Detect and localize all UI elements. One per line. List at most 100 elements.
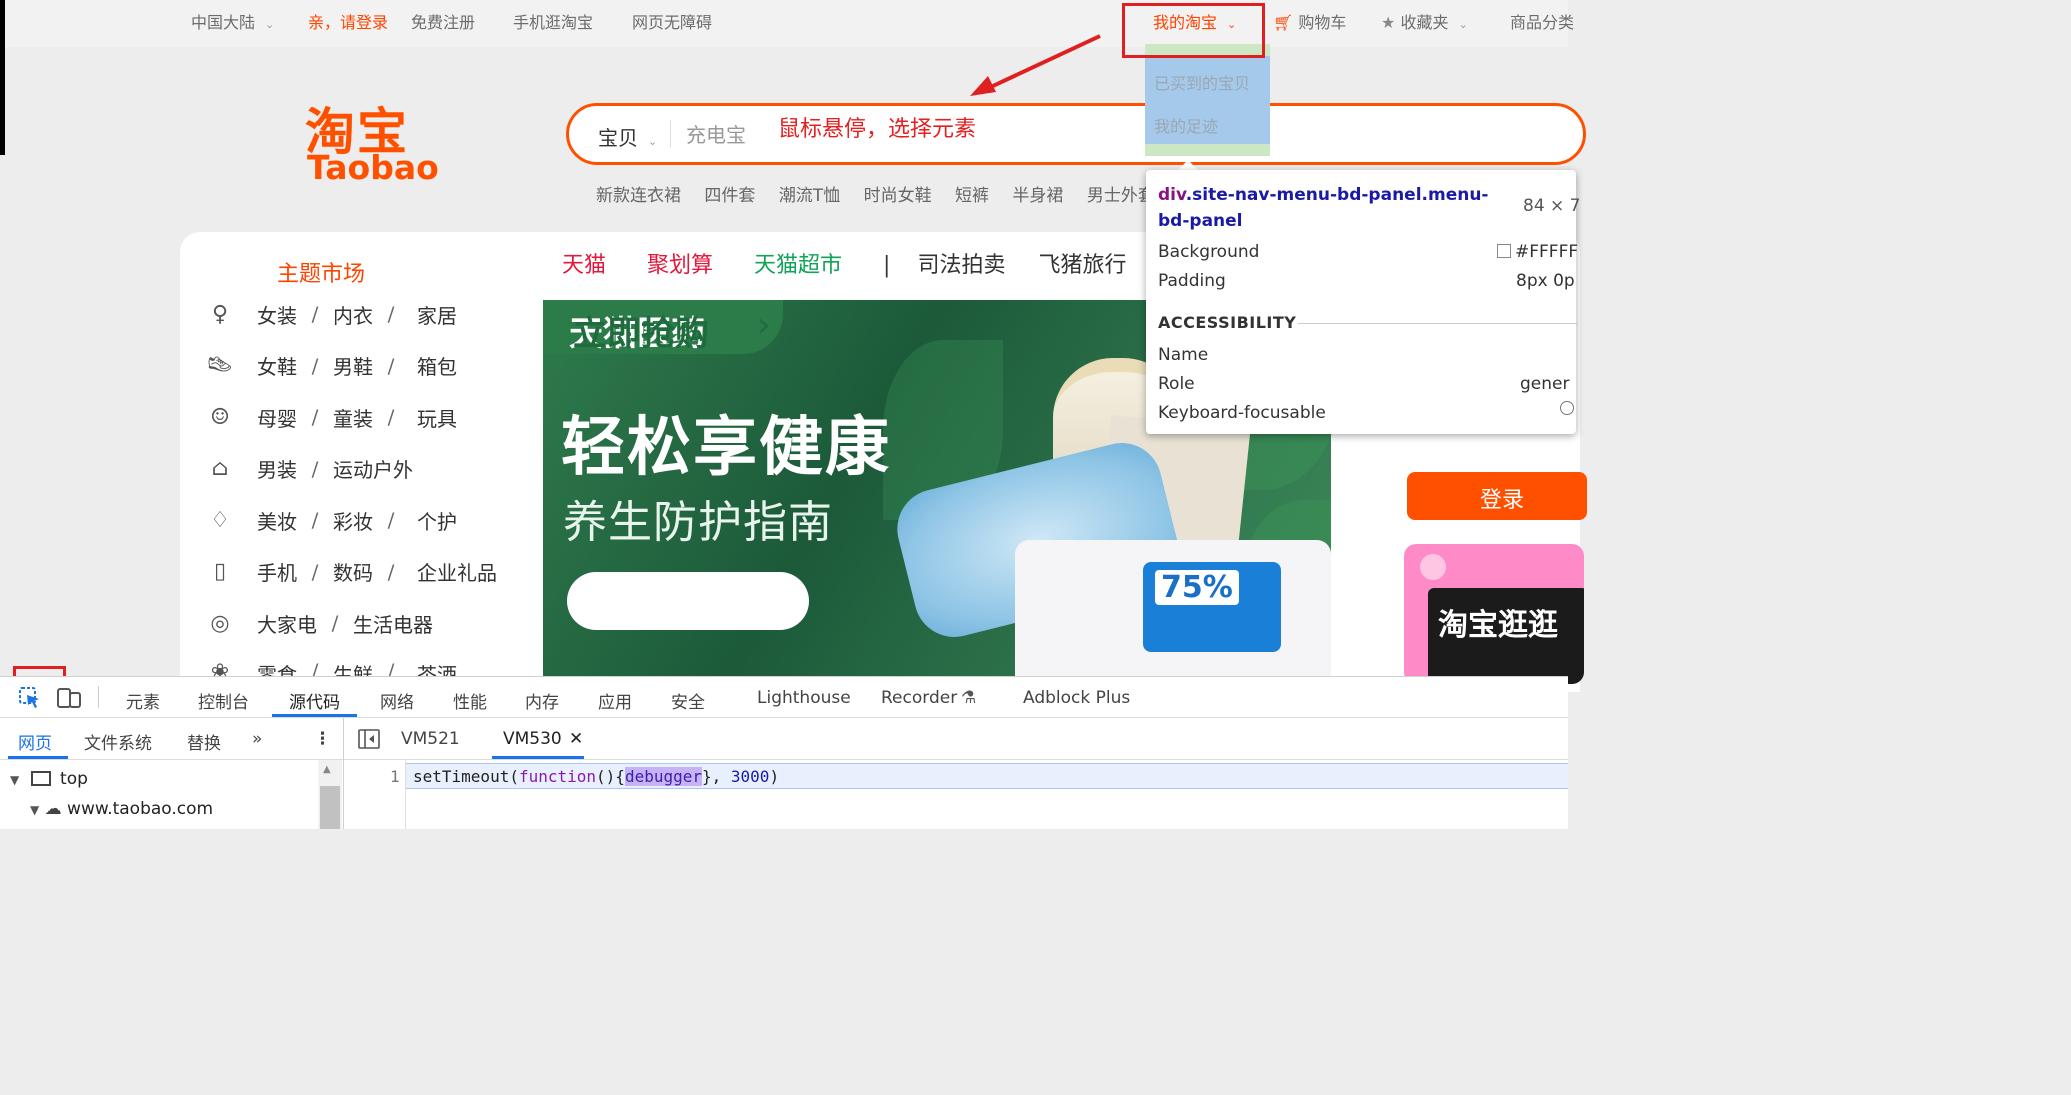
search-type-selector[interactable]: 宝贝 ⌄ — [598, 122, 657, 151]
mobile-link[interactable]: 手机逛淘宝 — [513, 9, 593, 33]
scroll-up-icon[interactable]: ▲ — [323, 764, 331, 775]
hot-word[interactable]: 新款连衣裙 — [596, 186, 681, 206]
devtools-tab[interactable]: Lighthouse — [757, 688, 851, 708]
category-link[interactable]: 数码 — [333, 557, 373, 586]
category-link[interactable]: 母婴 — [257, 403, 297, 432]
channel-tmall[interactable]: 天猫 — [562, 253, 606, 278]
hot-word[interactable]: 半身裙 — [1012, 186, 1063, 206]
guangguang-promo[interactable]: 淘宝逛逛 — [1404, 544, 1584, 684]
category-link[interactable]: 美妆 — [257, 506, 297, 535]
hot-word[interactable]: 潮流T恤 — [779, 186, 840, 206]
devtools-tab[interactable]: 元素 — [126, 688, 160, 713]
category-row: ▯ 手机 / 数码 / 企业礼品 — [205, 556, 497, 588]
shoe-icon: 👟︎ — [206, 353, 234, 378]
code-token: }, — [702, 767, 731, 786]
cart-label: 购物车 — [1298, 13, 1347, 32]
more-tabs-button[interactable]: » — [252, 729, 262, 749]
accessibility-link[interactable]: 网页无障碍 — [632, 9, 712, 33]
hot-word[interactable]: 短裤 — [955, 186, 989, 206]
category-link[interactable]: 家居 — [417, 300, 457, 329]
jacket-icon: ⌂ — [211, 456, 229, 481]
category-link[interactable]: 箱包 — [417, 351, 457, 380]
dropdown-item-footprint[interactable]: 我的足迹 — [1154, 113, 1218, 137]
category-row: ☺ 母婴 / 童装 / 玩具 — [205, 401, 457, 433]
tree-scrollbar-thumb[interactable] — [320, 786, 340, 829]
tooltip-divider — [1298, 323, 1578, 324]
subtab-page[interactable]: 网页 — [18, 729, 52, 754]
login-button-label: 登录 — [1480, 488, 1525, 513]
tooltip-caret — [1178, 160, 1198, 170]
cloud-icon: ☁ — [44, 799, 62, 819]
search-divider — [670, 120, 671, 148]
register-link[interactable]: 免费注册 — [411, 9, 475, 33]
washer-icon: ◎ — [210, 610, 230, 636]
hot-word[interactable]: 时尚女鞋 — [864, 186, 932, 206]
cart-link[interactable]: 🛒︎ 购物车 — [1273, 9, 1346, 33]
devtools-tab[interactable]: 控制台 — [198, 688, 249, 713]
category-link[interactable]: 女装 — [257, 300, 297, 329]
devtools-tab[interactable]: Recorder — [881, 688, 957, 708]
category-link[interactable]: 手机 — [257, 557, 297, 586]
subtab-filesystem[interactable]: 文件系统 — [84, 729, 152, 754]
category-link[interactable]: 大家电 — [257, 609, 317, 638]
caret-down-icon: ▼ — [10, 773, 20, 787]
category-link[interactable]: 女鞋 — [257, 351, 297, 380]
category-link[interactable]: 男装 — [257, 454, 297, 483]
devtools-tab[interactable]: 网络 — [380, 688, 414, 713]
arrow-head — [970, 76, 996, 96]
file-tab-vm521[interactable]: VM521 — [401, 729, 460, 749]
device-toggle-icon[interactable] — [56, 686, 82, 710]
close-tab-icon[interactable]: ✕ — [569, 729, 583, 749]
category-separator: / — [387, 405, 395, 429]
annotation-label: 鼠标悬停，选择元素 — [778, 117, 977, 142]
code-line[interactable]: setTimeout(function(){debugger}, 3000) — [413, 767, 779, 786]
devtools-tab[interactable]: 安全 — [671, 688, 705, 713]
tree-row-domain[interactable]: ▼ ☁ www.taobao.com — [30, 799, 213, 819]
category-link[interactable]: 彩妆 — [333, 506, 373, 535]
favorites-menu[interactable]: ★ 收藏夹 ⌄ — [1381, 9, 1468, 33]
region-selector[interactable]: 中国大陆 ⌄ — [191, 9, 274, 33]
channel-auction[interactable]: 司法拍卖 — [917, 253, 1005, 278]
banner-cta-button[interactable] — [567, 572, 809, 630]
tree-label-domain: www.taobao.com — [67, 799, 214, 819]
channel-travel[interactable]: 飞猪旅行 — [1038, 253, 1126, 278]
kebab-menu-icon[interactable]: ⋮ — [314, 729, 331, 749]
devtools-tab[interactable]: 性能 — [453, 688, 487, 713]
category-separator: / — [387, 302, 395, 326]
category-link[interactable]: 生活电器 — [353, 609, 433, 638]
hot-word[interactable]: 男士外套 — [1087, 186, 1155, 206]
category-link[interactable]: 童装 — [333, 403, 373, 432]
devtools-tab[interactable]: 内存 — [525, 688, 559, 713]
channel-juhuasuan[interactable]: 聚划算 — [647, 253, 713, 278]
category-link[interactable]: 个护 — [417, 506, 457, 535]
devtools-tab[interactable]: Adblock Plus — [1023, 688, 1130, 708]
panel-splitter[interactable] — [343, 718, 344, 829]
category-link[interactable]: 企业礼品 — [417, 557, 497, 586]
file-tab-vm530[interactable]: VM530 — [503, 729, 562, 749]
cosmetics-icon: ♢ — [210, 507, 230, 533]
devtools-tab-active[interactable]: 源代码 — [289, 688, 340, 713]
hot-word[interactable]: 四件套 — [704, 186, 755, 206]
dropdown-item-purchased[interactable]: 已买到的宝贝 — [1154, 70, 1250, 94]
subtab-overrides[interactable]: 替换 — [187, 729, 221, 754]
channel-tmall-market[interactable]: 天猫超市 — [754, 253, 842, 278]
promo-card: 淘宝逛逛 — [1428, 588, 1584, 684]
toggle-navigator-icon[interactable] — [357, 728, 381, 750]
code-keyword: function — [518, 767, 597, 786]
category-link[interactable]: 内衣 — [333, 300, 373, 329]
frame-icon — [30, 771, 51, 786]
categories-link[interactable]: 商品分类 — [1510, 9, 1574, 33]
category-separator: / — [387, 353, 395, 378]
category-link[interactable]: 玩具 — [417, 403, 457, 432]
tooltip-accessibility-title: ACCESSIBILITY — [1158, 313, 1297, 332]
devtools-tab[interactable]: 应用 — [598, 688, 632, 713]
tooltip-selector: div.site-nav-menu-bd-panel.menu-bd-panel — [1158, 182, 1513, 234]
line-number[interactable]: 1 — [390, 767, 400, 786]
tree-row-top[interactable]: ▼ top — [10, 769, 88, 789]
banner-headline: 轻松享健康 — [561, 411, 891, 485]
category-link[interactable]: 男鞋 — [333, 351, 373, 380]
login-link[interactable]: 亲，请登录 — [308, 9, 388, 33]
category-link[interactable]: 运动户外 — [333, 454, 413, 483]
inspect-element-icon[interactable] — [18, 686, 42, 710]
logo-taobao-en[interactable]: Taobao — [307, 148, 439, 187]
